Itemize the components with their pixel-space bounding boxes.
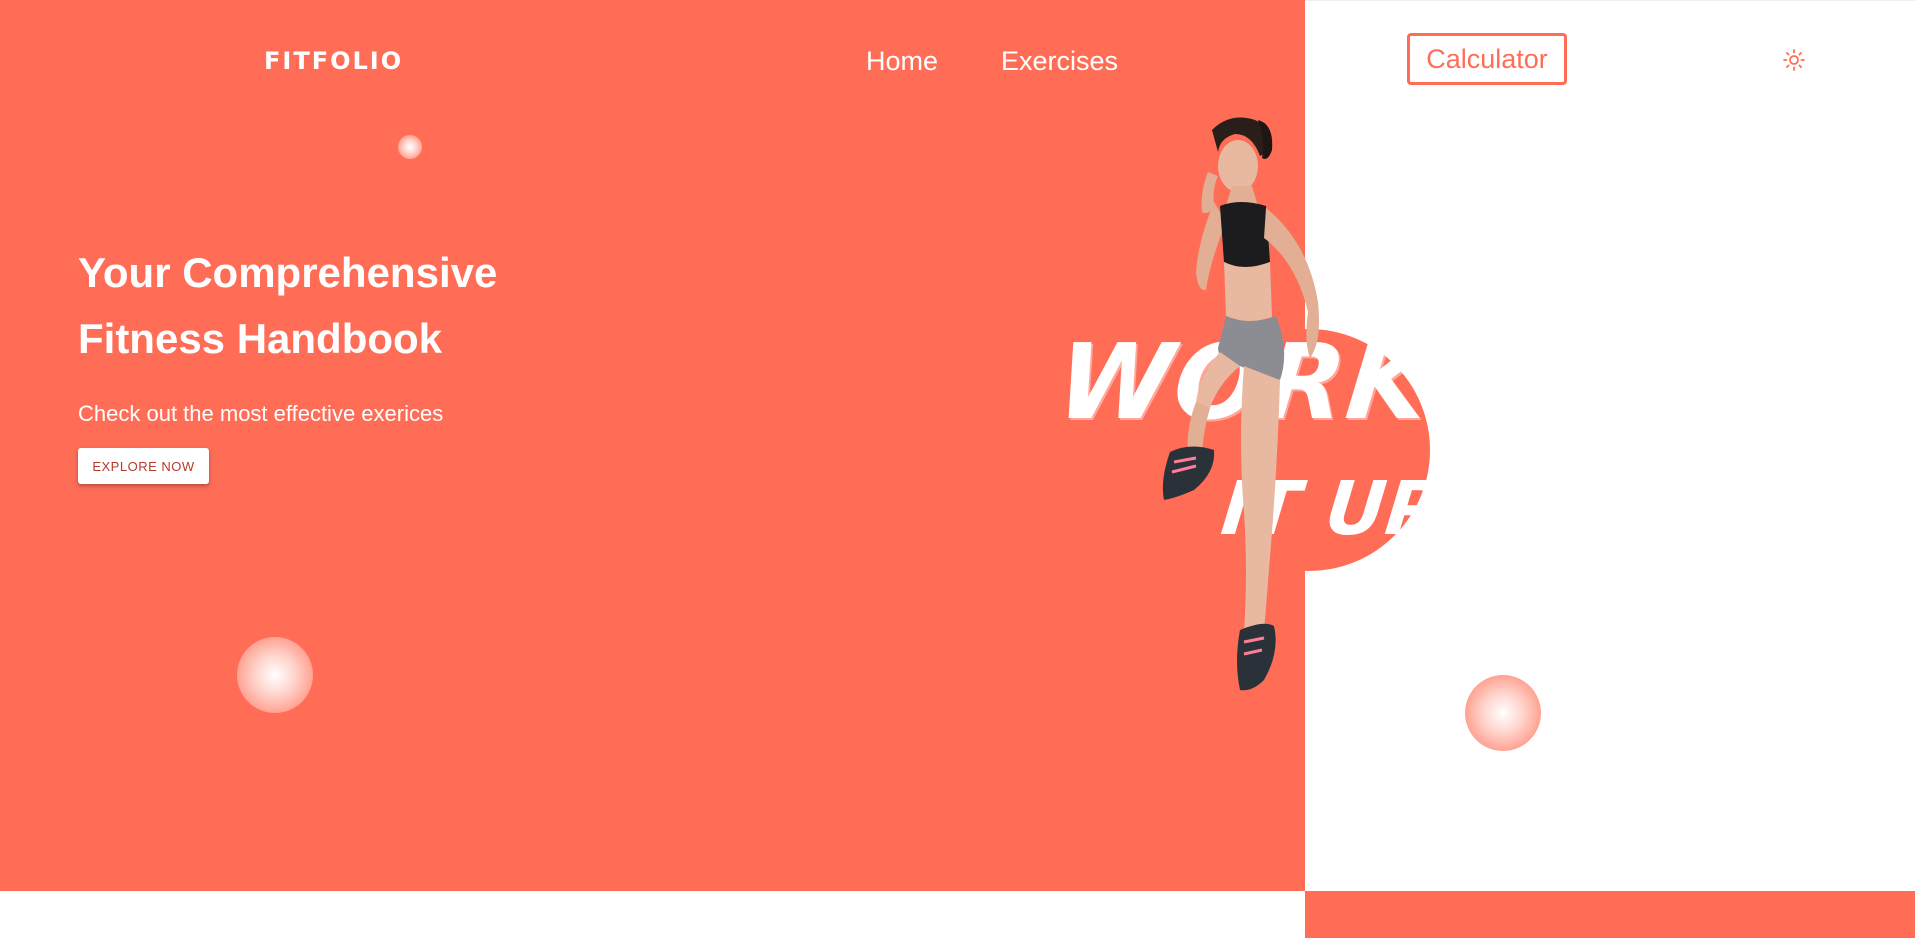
nav-link-exercises[interactable]: Exercises (1001, 44, 1118, 78)
decorative-bubble (237, 637, 313, 713)
hero-title-line-2: Fitness Handbook (78, 315, 443, 362)
hero-title-line-1: Your Comprehensive (78, 249, 498, 296)
sun-icon[interactable] (1782, 48, 1806, 72)
athlete-illustration (1162, 117, 1319, 691)
decorative-bubble (1465, 675, 1541, 751)
explore-now-button[interactable]: EXPLORE NOW (78, 448, 209, 484)
hero-title: Your Comprehensive Fitness Handbook (78, 240, 638, 372)
hero-left-panel (0, 0, 1305, 891)
nav-link-home[interactable]: Home (866, 44, 938, 78)
bottom-accent-strip (1305, 891, 1915, 938)
calculator-button[interactable]: Calculator (1407, 33, 1567, 85)
site-logo[interactable]: FITFOLIO (264, 46, 403, 76)
hero-subtitle: Check out the most effective exerices (78, 401, 444, 426)
decorative-bubble (398, 135, 422, 159)
